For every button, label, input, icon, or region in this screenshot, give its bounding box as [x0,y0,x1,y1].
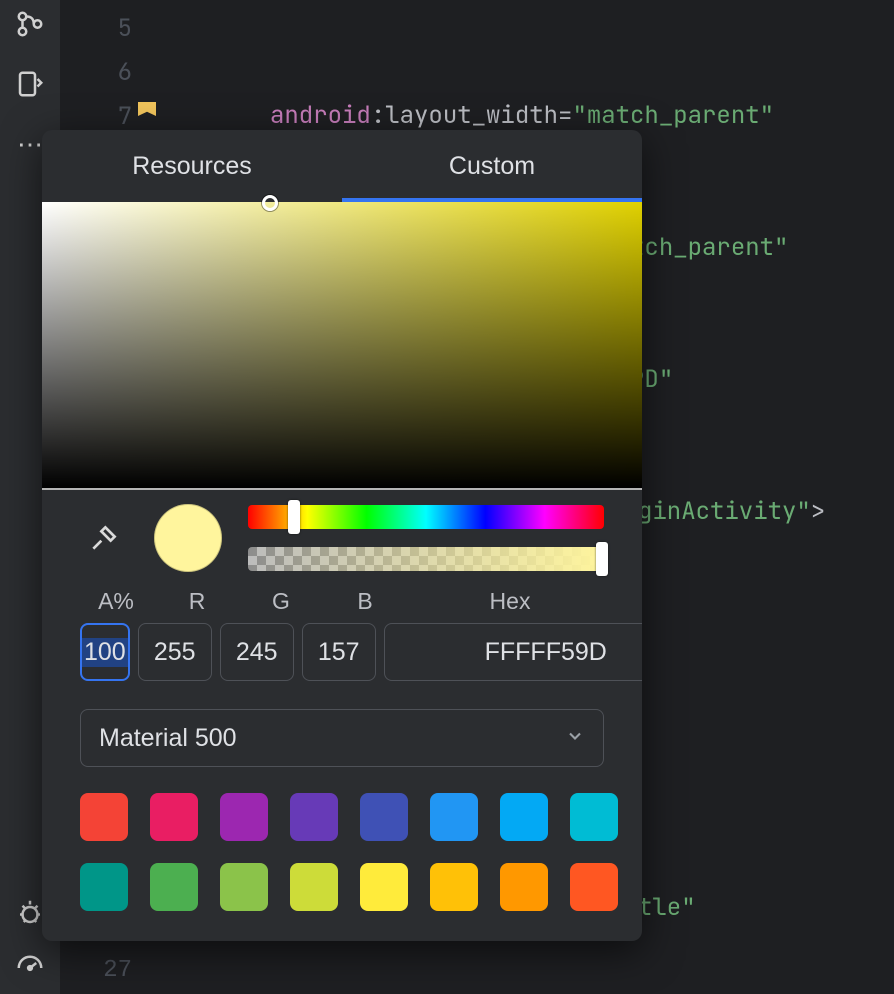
running-devices-icon[interactable] [14,68,46,100]
palette-swatches [42,775,642,941]
palette-swatch[interactable] [290,793,338,841]
b-input[interactable] [302,623,376,681]
label-r: R [158,588,236,615]
palette-swatch[interactable] [220,863,268,911]
alpha-slider-knob[interactable] [596,542,608,576]
palette-swatch[interactable] [150,793,198,841]
label-g: G [242,588,320,615]
palette-dropdown[interactable]: Material 500 [80,709,604,767]
label-hex: Hex [416,588,604,615]
palette-swatch[interactable] [80,793,128,841]
line-number[interactable]: 6 [60,50,150,94]
alpha-slider[interactable] [248,547,604,571]
saturation-value-field[interactable] [42,202,642,488]
vcs-icon[interactable] [14,8,46,40]
palette-swatch[interactable] [360,793,408,841]
label-b: B [326,588,404,615]
eyedropper-button[interactable] [80,514,128,562]
g-input[interactable] [220,623,294,681]
palette-swatch[interactable] [570,863,618,911]
code-fragment: ginActivity" [638,496,811,527]
palette-swatch[interactable] [570,793,618,841]
line-number[interactable]: 5 [60,6,150,50]
palette-swatch[interactable] [430,863,478,911]
r-input[interactable] [138,623,212,681]
alpha-input[interactable]: 100 [80,623,130,681]
tab-custom[interactable]: Custom [342,130,642,202]
profiler-icon[interactable] [14,952,46,984]
hue-slider[interactable] [248,505,604,529]
palette-swatch[interactable] [500,863,548,911]
chevron-down-icon [565,724,585,753]
current-color-swatch [154,504,222,572]
sv-cursor[interactable] [262,195,278,211]
palette-swatch[interactable] [150,863,198,911]
palette-swatch[interactable] [360,863,408,911]
palette-dropdown-label: Material 500 [99,724,237,753]
picker-tabs: Resources Custom [42,130,642,202]
palette-swatch[interactable] [290,863,338,911]
palette-swatch[interactable] [220,793,268,841]
hex-input[interactable] [384,623,642,681]
tab-resources[interactable]: Resources [42,130,342,202]
hue-slider-knob[interactable] [288,500,300,534]
palette-swatch[interactable] [430,793,478,841]
line-number[interactable]: 27 [103,957,132,984]
palette-swatch[interactable] [80,863,128,911]
color-picker-popup: Resources Custom A% R G B Hex 100 [42,130,642,941]
label-alpha: A% [80,588,152,615]
palette-swatch[interactable] [500,793,548,841]
